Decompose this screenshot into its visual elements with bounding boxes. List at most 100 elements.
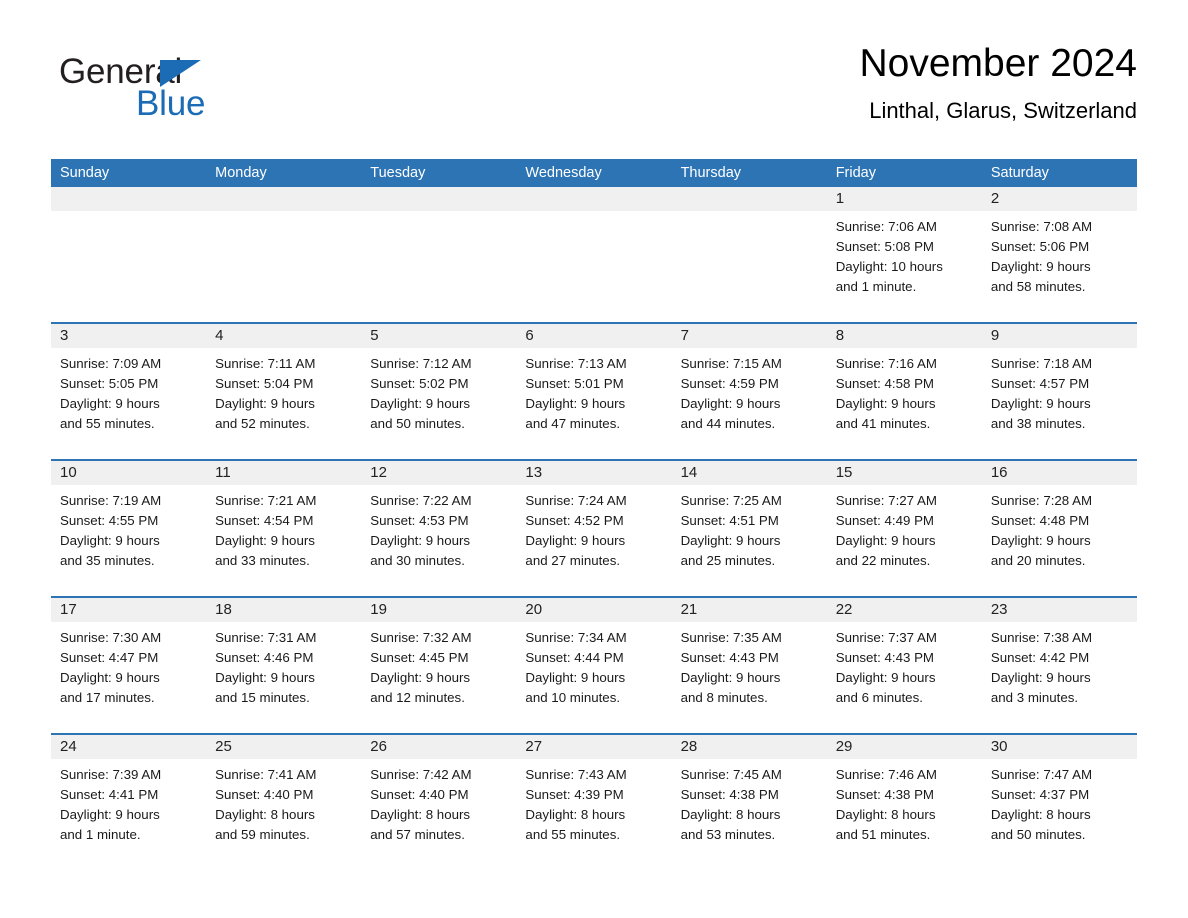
day-detail-line: Sunrise: 7:21 AM bbox=[215, 493, 317, 508]
day-detail-line: Daylight: 9 hours bbox=[835, 533, 936, 548]
day-cell-1[interactable]: 1 Sunrise: 7:06 AM Sunset: 5:08 PM Daylight… bbox=[826, 187, 982, 322]
day-detail-line: Daylight: 9 hours bbox=[990, 533, 1091, 548]
day-details: Sunrise: 7:09 AM Sunset: 5:05 PM Daylight:… bbox=[51, 348, 206, 434]
logo-text-blue: Blue bbox=[136, 84, 206, 123]
day-detail-line: Sunset: 4:40 PM bbox=[215, 787, 314, 802]
day-cell-11[interactable]: 11 Sunrise: 7:21 AM Sunset: 4:54 PM Dayligh… bbox=[206, 461, 362, 596]
day-cell-2[interactable]: 2 Sunrise: 7:08 AM Sunset: 5:06 PM Daylight… bbox=[981, 187, 1137, 322]
day-detail-line: Sunrise: 7:47 AM bbox=[990, 767, 1093, 782]
day-cell-23[interactable]: 23 Sunrise: 7:38 AM Sunset: 4:42 PM Dayligh… bbox=[981, 598, 1137, 733]
day-cell-29[interactable]: 29 Sunrise: 7:46 AM Sunset: 4:38 PM Dayligh… bbox=[826, 735, 982, 870]
date-band: 11 bbox=[206, 461, 362, 485]
day-detail-line: Sunrise: 7:43 AM bbox=[525, 767, 627, 782]
day-detail-line: Sunrise: 7:31 AM bbox=[215, 630, 317, 645]
day-detail-line: Sunset: 4:45 PM bbox=[370, 650, 469, 665]
date-band: 3 bbox=[51, 324, 207, 348]
day-detail-line: Sunset: 4:40 PM bbox=[370, 787, 469, 802]
day-detail-line: Sunset: 4:54 PM bbox=[215, 513, 314, 528]
day-cell-empty bbox=[51, 187, 207, 322]
date-band bbox=[206, 187, 362, 211]
day-cell-19[interactable]: 19 Sunrise: 7:32 AM Sunset: 4:45 PM Dayligh… bbox=[361, 598, 517, 733]
day-detail-line: Sunrise: 7:19 AM bbox=[60, 493, 162, 508]
day-details bbox=[206, 211, 361, 217]
day-detail-line: Daylight: 9 hours bbox=[370, 533, 471, 548]
day-detail-line: Sunrise: 7:41 AM bbox=[215, 767, 317, 782]
day-detail-line: Sunrise: 7:32 AM bbox=[370, 630, 472, 645]
page-title: November 2024 bbox=[859, 42, 1138, 85]
day-detail-line: and 53 minutes. bbox=[680, 827, 776, 842]
day-cell-21[interactable]: 21 Sunrise: 7:35 AM Sunset: 4:43 PM Dayligh… bbox=[671, 598, 827, 733]
day-cell-15[interactable]: 15 Sunrise: 7:27 AM Sunset: 4:49 PM Dayligh… bbox=[826, 461, 982, 596]
day-details: Sunrise: 7:37 AM Sunset: 4:43 PM Daylight:… bbox=[827, 622, 982, 708]
day-cell-10[interactable]: 10 Sunrise: 7:19 AM Sunset: 4:55 PM Dayligh… bbox=[51, 461, 207, 596]
generalblue-logo[interactable]: General Blue bbox=[59, 53, 289, 128]
day-detail-line: Sunset: 4:49 PM bbox=[835, 513, 935, 528]
day-detail-line: and 38 minutes. bbox=[990, 416, 1086, 431]
day-cell-28[interactable]: 28 Sunrise: 7:45 AM Sunset: 4:38 PM Dayligh… bbox=[671, 735, 827, 870]
day-cell-16[interactable]: 16 Sunrise: 7:28 AM Sunset: 4:48 PM Dayligh… bbox=[981, 461, 1137, 596]
day-detail-line: Sunset: 4:41 PM bbox=[60, 787, 159, 802]
day-cell-24[interactable]: 24 Sunrise: 7:39 AM Sunset: 4:41 PM Dayligh… bbox=[51, 735, 207, 870]
day-cell-5[interactable]: 5 Sunrise: 7:12 AM Sunset: 5:02 PM Daylight… bbox=[361, 324, 517, 459]
day-cell-empty bbox=[361, 187, 517, 322]
day-cell-27[interactable]: 27 Sunrise: 7:43 AM Sunset: 4:39 PM Dayligh… bbox=[516, 735, 672, 870]
day-detail-line: Sunset: 4:53 PM bbox=[370, 513, 469, 528]
day-detail-line: Sunrise: 7:30 AM bbox=[60, 630, 162, 645]
day-details: Sunrise: 7:31 AM Sunset: 4:46 PM Daylight:… bbox=[206, 622, 361, 708]
day-cell-3[interactable]: 3 Sunrise: 7:09 AM Sunset: 5:05 PM Daylight… bbox=[51, 324, 207, 459]
date-band: 9 bbox=[981, 324, 1137, 348]
day-detail-line: Sunrise: 7:25 AM bbox=[680, 493, 782, 508]
day-detail-line: Sunset: 4:39 PM bbox=[525, 787, 624, 802]
day-detail-line: and 41 minutes. bbox=[835, 416, 931, 431]
day-detail-line: Daylight: 8 hours bbox=[680, 807, 781, 822]
date-number: 7 bbox=[680, 327, 689, 344]
calendar-page: General Blue November 2024 Linthal, Glar… bbox=[0, 0, 1188, 918]
day-detail-line: and 3 minutes. bbox=[990, 690, 1079, 705]
date-band: 26 bbox=[361, 735, 517, 759]
day-cell-26[interactable]: 26 Sunrise: 7:42 AM Sunset: 4:40 PM Dayligh… bbox=[361, 735, 517, 870]
day-details: Sunrise: 7:32 AM Sunset: 4:45 PM Daylight:… bbox=[361, 622, 516, 708]
day-details: Sunrise: 7:38 AM Sunset: 4:42 PM Daylight:… bbox=[982, 622, 1137, 708]
day-detail-line: Sunrise: 7:11 AM bbox=[215, 356, 316, 371]
day-cell-13[interactable]: 13 Sunrise: 7:24 AM Sunset: 4:52 PM Dayligh… bbox=[516, 461, 672, 596]
day-detail-line: and 10 minutes. bbox=[525, 690, 621, 705]
day-details: Sunrise: 7:18 AM Sunset: 4:57 PM Daylight:… bbox=[982, 348, 1137, 434]
day-detail-line: Daylight: 9 hours bbox=[525, 670, 626, 685]
date-number: 13 bbox=[525, 464, 543, 481]
date-number: 9 bbox=[990, 327, 1000, 344]
day-cell-4[interactable]: 4 Sunrise: 7:11 AM Sunset: 5:04 PM Daylight… bbox=[206, 324, 362, 459]
day-cell-18[interactable]: 18 Sunrise: 7:31 AM Sunset: 4:46 PM Dayligh… bbox=[206, 598, 362, 733]
day-cell-7[interactable]: 7 Sunrise: 7:15 AM Sunset: 4:59 PM Daylight… bbox=[671, 324, 827, 459]
day-cell-25[interactable]: 25 Sunrise: 7:41 AM Sunset: 4:40 PM Dayligh… bbox=[206, 735, 362, 870]
day-detail-line: Daylight: 9 hours bbox=[215, 396, 315, 411]
date-number: 22 bbox=[835, 601, 853, 618]
date-band: 12 bbox=[361, 461, 517, 485]
date-band: 18 bbox=[206, 598, 362, 622]
day-cell-12[interactable]: 12 Sunrise: 7:22 AM Sunset: 4:53 PM Dayligh… bbox=[361, 461, 517, 596]
day-detail-line: Sunset: 4:37 PM bbox=[990, 787, 1090, 802]
day-detail-line: Sunrise: 7:12 AM bbox=[370, 356, 472, 371]
day-details: Sunrise: 7:27 AM Sunset: 4:49 PM Daylight:… bbox=[827, 485, 982, 571]
day-detail-line: Sunrise: 7:24 AM bbox=[525, 493, 627, 508]
day-cell-17[interactable]: 17 Sunrise: 7:30 AM Sunset: 4:47 PM Dayligh… bbox=[51, 598, 207, 733]
day-cell-8[interactable]: 8 Sunrise: 7:16 AM Sunset: 4:58 PM Daylight… bbox=[826, 324, 982, 459]
weekday-header-monday: Monday bbox=[215, 165, 267, 181]
day-cell-30[interactable]: 30 Sunrise: 7:47 AM Sunset: 4:37 PM Dayligh… bbox=[981, 735, 1137, 870]
day-cell-14[interactable]: 14 Sunrise: 7:25 AM Sunset: 4:51 PM Dayligh… bbox=[671, 461, 827, 596]
date-band: 16 bbox=[981, 461, 1137, 485]
day-details bbox=[51, 211, 206, 217]
day-detail-line: Sunset: 5:08 PM bbox=[835, 239, 935, 254]
day-detail-line: Sunset: 4:55 PM bbox=[60, 513, 159, 528]
day-details: Sunrise: 7:42 AM Sunset: 4:40 PM Daylight:… bbox=[361, 759, 516, 845]
day-cell-22[interactable]: 22 Sunrise: 7:37 AM Sunset: 4:43 PM Dayligh… bbox=[826, 598, 982, 733]
day-cell-6[interactable]: 6 Sunrise: 7:13 AM Sunset: 5:01 PM Daylight… bbox=[516, 324, 672, 459]
day-details: Sunrise: 7:39 AM Sunset: 4:41 PM Daylight:… bbox=[51, 759, 206, 845]
day-details bbox=[672, 211, 827, 217]
day-detail-line: and 30 minutes. bbox=[370, 553, 465, 568]
date-number: 24 bbox=[60, 738, 77, 755]
day-cell-20[interactable]: 20 Sunrise: 7:34 AM Sunset: 4:44 PM Dayligh… bbox=[516, 598, 672, 733]
weekday-header-tuesday: Tuesday bbox=[370, 165, 426, 181]
day-cell-empty bbox=[206, 187, 362, 322]
day-cell-9[interactable]: 9 Sunrise: 7:18 AM Sunset: 4:57 PM Daylight… bbox=[981, 324, 1137, 459]
date-number: 28 bbox=[680, 738, 698, 755]
